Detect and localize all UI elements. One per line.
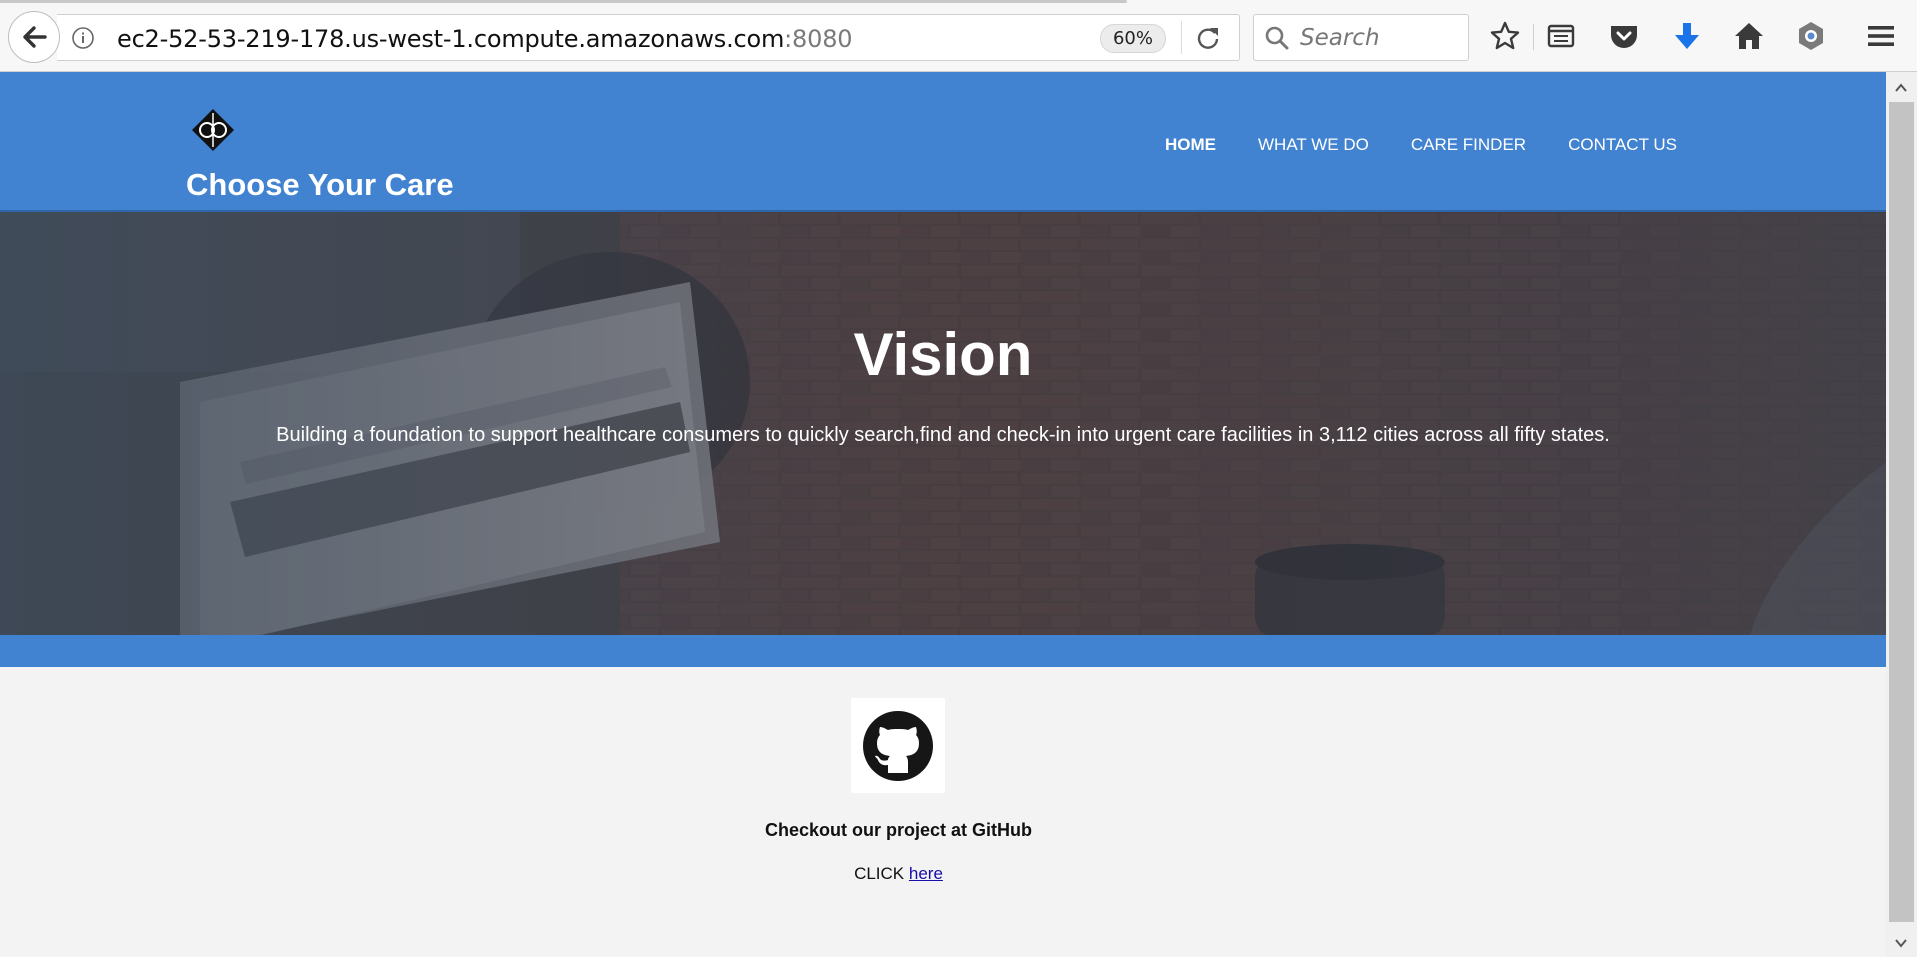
github-logo-link[interactable]	[851, 698, 945, 793]
site-header: Choose Your Care HOME WHAT WE DO CARE FI…	[0, 72, 1886, 212]
back-button[interactable]	[8, 11, 60, 63]
nav-home[interactable]: HOME	[1165, 135, 1216, 155]
home-icon[interactable]	[1733, 20, 1765, 52]
url-text[interactable]: ec2-52-53-219-178.us-west-1.compute.amaz…	[117, 25, 853, 53]
github-icon	[863, 710, 933, 781]
web-page: Choose Your Care HOME WHAT WE DO CARE FI…	[0, 72, 1886, 957]
scroll-up-icon[interactable]	[1893, 80, 1909, 96]
address-divider	[1181, 21, 1182, 54]
search-input[interactable]	[1298, 22, 1462, 54]
url-port: :8080	[784, 25, 853, 53]
logo-icon[interactable]	[191, 108, 235, 152]
scrollbar-thumb[interactable]	[1889, 102, 1914, 922]
scroll-down-icon[interactable]	[1893, 935, 1909, 951]
menu-icon[interactable]	[1865, 20, 1897, 52]
github-heading: Checkout our project at GitHub	[764, 820, 1032, 840]
nav-care-finder[interactable]: CARE FINDER	[1411, 135, 1526, 155]
main-nav: HOME WHAT WE DO CARE FINDER CONTACT US	[1165, 135, 1677, 155]
extension-icon[interactable]	[1795, 20, 1827, 52]
back-arrow-icon	[23, 26, 47, 48]
nav-contact-us[interactable]: CONTACT US	[1568, 135, 1677, 155]
search-box[interactable]	[1253, 14, 1469, 61]
accent-band	[0, 635, 1886, 667]
nav-what-we-do[interactable]: WHAT WE DO	[1258, 135, 1369, 155]
page-scrollbar[interactable]	[1886, 72, 1917, 957]
click-prefix: CLICK	[854, 864, 905, 883]
toolbar-divider	[1533, 24, 1534, 50]
reload-icon[interactable]	[1194, 24, 1222, 52]
address-bar[interactable]: ec2-52-53-219-178.us-west-1.compute.amaz…	[57, 14, 1240, 61]
reader-view-icon[interactable]	[1545, 20, 1577, 52]
pocket-icon[interactable]	[1608, 20, 1640, 52]
page-load-progress	[0, 0, 1127, 3]
info-icon[interactable]	[71, 26, 95, 50]
site-brand-title[interactable]: Choose Your Care	[186, 167, 454, 203]
github-click-line: CLICK here	[0, 864, 1797, 884]
zoom-level-badge[interactable]: 60%	[1100, 24, 1166, 53]
download-icon[interactable]	[1671, 20, 1703, 52]
hero-title: Vision	[853, 321, 1033, 388]
bookmark-star-icon[interactable]	[1489, 20, 1521, 52]
search-icon	[1265, 26, 1289, 50]
browser-toolbar: ec2-52-53-219-178.us-west-1.compute.amaz…	[0, 0, 1917, 72]
github-here-link[interactable]: here	[909, 864, 943, 883]
hero-description: Building a foundation to support healthc…	[276, 424, 1610, 446]
url-host: ec2-52-53-219-178.us-west-1.compute.amaz…	[117, 25, 785, 53]
